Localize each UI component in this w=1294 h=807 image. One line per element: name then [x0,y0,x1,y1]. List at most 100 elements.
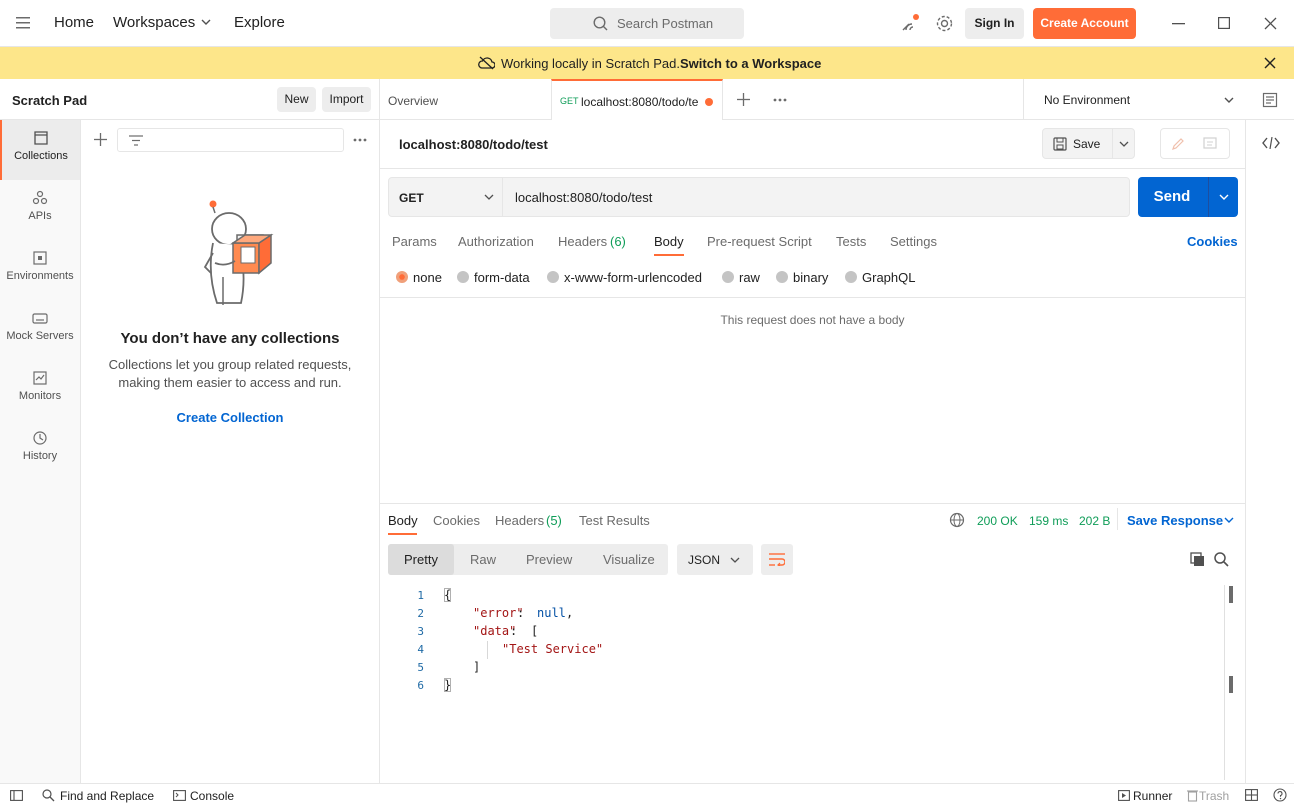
view-pretty-button[interactable]: Pretty [388,544,454,575]
two-pane-view-icon[interactable] [1245,789,1258,801]
create-account-button[interactable]: Create Account [1033,8,1136,39]
console-icon[interactable] [173,790,186,801]
tab-active-request[interactable]: GET localhost:8080/todo/te [551,79,723,120]
sign-in-button[interactable]: Sign In [965,8,1024,39]
copy-icon[interactable] [1190,552,1205,567]
close-window-icon[interactable] [1264,17,1277,30]
search-response-icon[interactable] [1214,552,1229,567]
cookies-link[interactable]: Cookies [1187,234,1238,249]
switch-workspace-link[interactable]: Switch to a Workspace [680,56,821,71]
radio-raw[interactable] [722,271,734,283]
rail-item-monitors[interactable]: Monitors [0,360,80,420]
new-tab-icon[interactable] [737,93,750,106]
code-snippet-icon[interactable] [1262,137,1280,149]
banner-text: Working locally in Scratch Pad. [501,56,680,71]
save-options-dropdown[interactable] [1112,129,1134,158]
trash-button[interactable]: Trash [1199,789,1229,803]
response-size[interactable]: 202 B [1079,514,1110,528]
no-body-message: This request does not have a body [720,313,905,327]
view-preview-button[interactable]: Preview [526,552,572,567]
tab-more-icon[interactable] [773,98,787,102]
tab-headers[interactable]: Headers [558,234,607,249]
rail-item-history[interactable]: History [0,420,80,480]
chevron-down-icon[interactable] [1224,517,1234,523]
code-value-test-service: "Test Service" [502,642,604,656]
minimize-icon[interactable] [1172,23,1185,25]
import-button[interactable]: Import [322,87,371,112]
help-icon[interactable] [1273,788,1287,802]
runner-button[interactable]: Runner [1133,789,1172,803]
radio-urlencoded[interactable] [547,271,559,283]
environment-quick-look-icon[interactable] [1262,92,1278,108]
edit-pencil-icon[interactable] [1171,137,1185,151]
environment-selector[interactable]: No Environment [1023,79,1245,120]
explore-link[interactable]: Explore [234,14,285,31]
response-time[interactable]: 159 ms [1029,514,1068,528]
scrollbar-track[interactable] [1224,585,1225,780]
empty-state-desc-2: making them easier to access and run. [118,375,342,390]
collections-filter-input[interactable] [117,128,344,152]
view-raw-button[interactable]: Raw [470,552,496,567]
send-button[interactable]: Send [1138,188,1206,205]
workspaces-menu[interactable]: Workspaces [113,14,195,31]
maximize-icon[interactable] [1218,17,1230,29]
rail-label: Environments [6,270,74,282]
settings-gear-icon[interactable] [935,14,954,33]
response-tab-headers[interactable]: Headers [495,513,544,528]
tab-prerequest-script[interactable]: Pre-request Script [707,234,812,249]
trash-icon[interactable] [1187,789,1198,802]
wrap-lines-button[interactable] [761,544,793,575]
save-label: Save [1073,137,1101,151]
code-line-1: { [444,588,452,602]
code-array-open: [ [531,624,539,638]
runner-icon[interactable] [1118,790,1130,801]
method-select[interactable]: GET [389,178,503,216]
radio-binary[interactable] [776,271,788,283]
radio-form-data[interactable] [457,271,469,283]
radio-graphql[interactable] [845,271,857,283]
globe-icon[interactable] [949,512,965,528]
response-tab-cookies[interactable]: Cookies [433,513,480,528]
scrollbar-thumb[interactable] [1229,586,1233,603]
create-collection-link[interactable]: Create Collection [81,410,379,425]
find-replace-icon[interactable] [42,789,55,802]
radio-none[interactable] [396,271,408,283]
response-divider[interactable] [380,503,1245,504]
response-tab-test-results[interactable]: Test Results [579,513,650,528]
menu-icon[interactable] [16,17,30,29]
home-link[interactable]: Home [54,14,94,31]
status-code[interactable]: 200 OK [977,514,1018,528]
save-response-button[interactable]: Save Response [1127,513,1223,528]
toggle-sidebar-icon[interactable] [10,790,23,801]
code-array-close: ] [473,660,481,674]
search-input[interactable]: Search Postman [550,8,744,39]
tab-overview[interactable]: Overview [388,94,438,108]
tab-params[interactable]: Params [392,234,437,249]
comments-icon[interactable] [1203,137,1217,151]
console-button[interactable]: Console [190,789,234,803]
tab-settings[interactable]: Settings [890,234,937,249]
line-number: 6 [417,679,424,692]
more-options-icon[interactable] [353,138,367,142]
new-button[interactable]: New [277,87,316,112]
rail-item-environments[interactable]: Environments [0,240,80,300]
add-collection-icon[interactable] [94,133,107,146]
rail-item-apis[interactable]: APIs [0,180,80,240]
right-context-bar [1245,120,1294,783]
send-options-dropdown[interactable] [1208,177,1238,217]
save-button[interactable]: Save [1043,129,1112,158]
find-replace-button[interactable]: Find and Replace [60,789,154,803]
rail-item-collections[interactable]: Collections [0,120,80,180]
view-visualize-button[interactable]: Visualize [603,552,655,567]
url-input[interactable]: localhost:8080/todo/test [515,190,652,205]
format-select[interactable]: JSON [677,544,753,575]
tab-tests[interactable]: Tests [836,234,866,249]
tab-body[interactable]: Body [654,234,684,249]
rail-item-mock-servers[interactable]: Mock Servers [0,300,80,360]
sync-status-icon[interactable] [900,14,920,34]
chevron-down-icon[interactable] [201,19,211,25]
cloud-off-icon [478,56,495,70]
tab-authorization[interactable]: Authorization [458,234,534,249]
close-banner-icon[interactable] [1264,57,1276,69]
response-tab-body[interactable]: Body [388,513,418,528]
